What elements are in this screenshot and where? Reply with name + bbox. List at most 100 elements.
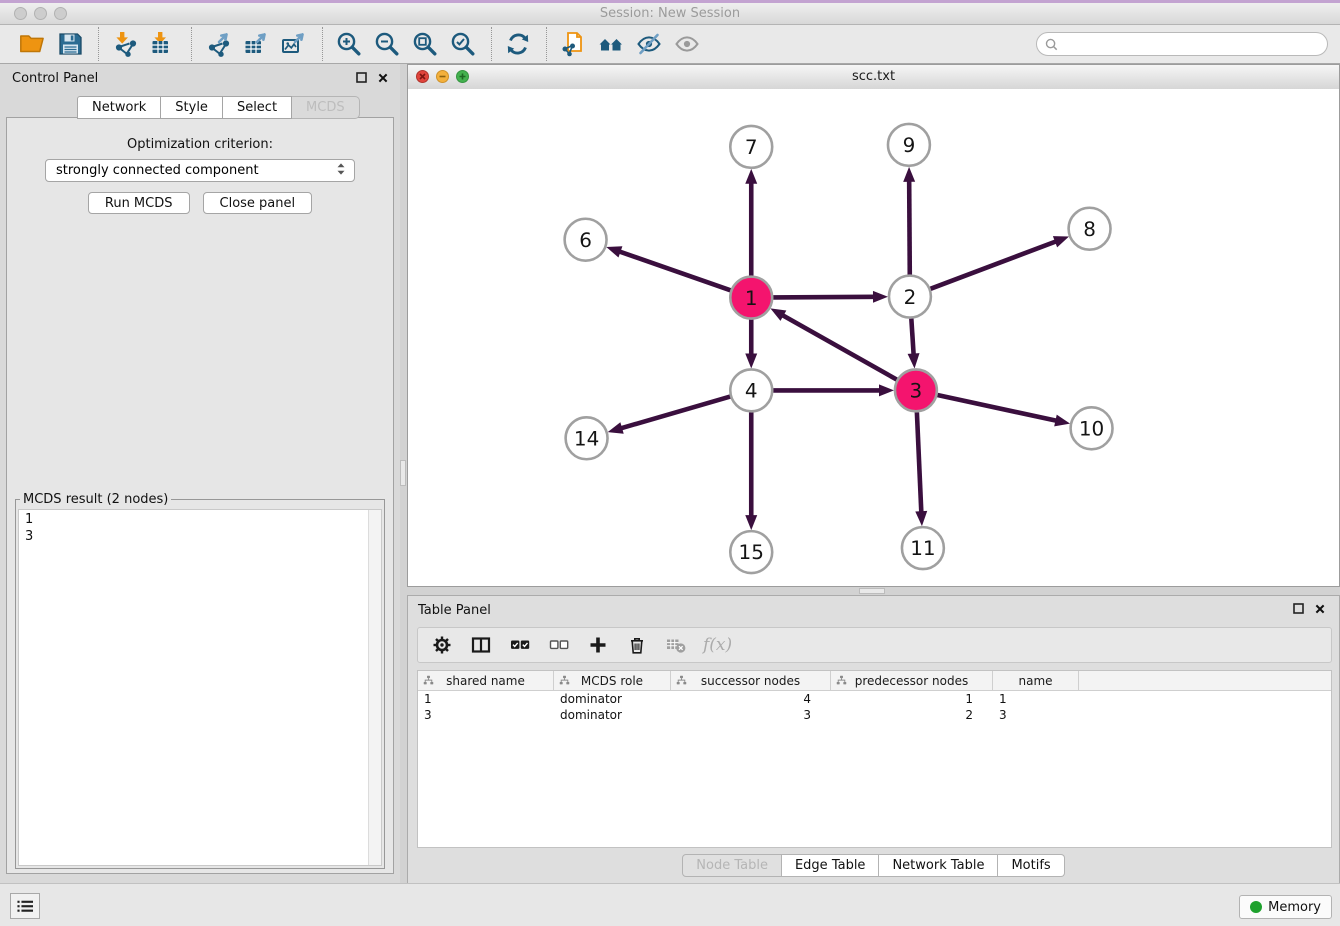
search-box[interactable]	[1036, 32, 1328, 56]
graph-node-2[interactable]: 2	[889, 276, 931, 318]
splitter-handle[interactable]	[859, 588, 885, 594]
graph-node-3[interactable]: 3	[895, 369, 937, 411]
graph-edge-3-11[interactable]	[917, 412, 922, 514]
export-table-button[interactable]	[242, 29, 272, 59]
graph-edge-1-2[interactable]	[773, 297, 876, 298]
graph-edge-arrowhead	[1053, 236, 1069, 247]
splitter-handle[interactable]	[400, 460, 406, 486]
tab-network-table[interactable]: Network Table	[879, 854, 998, 877]
two-houses-button[interactable]	[597, 29, 627, 59]
criterion-dropdown[interactable]: strongly connected component	[45, 159, 355, 182]
column-header-name[interactable]: name	[993, 671, 1079, 690]
zoom-fit-button[interactable]	[411, 29, 441, 59]
cell-shared-name[interactable]: 1	[418, 692, 554, 706]
trash-button[interactable]	[625, 633, 649, 657]
graph-edge-2-3[interactable]	[911, 318, 913, 356]
gear-button[interactable]	[430, 633, 454, 657]
cell-successor-nodes[interactable]: 4	[671, 692, 831, 706]
run-mcds-button[interactable]: Run MCDS	[88, 192, 190, 214]
zoom-out-button[interactable]	[373, 29, 403, 59]
graph-node-9[interactable]: 9	[888, 124, 930, 166]
column-header-predecessor-nodes[interactable]: predecessor nodes	[831, 671, 993, 690]
cell-predecessor-nodes[interactable]: 1	[831, 692, 993, 706]
mcds-result-list[interactable]: 13	[18, 509, 382, 866]
vertical-splitter[interactable]	[400, 64, 407, 884]
graph-node-10[interactable]: 10	[1071, 407, 1113, 449]
cell-MCDS-role[interactable]: dominator	[554, 708, 671, 722]
close-panel-icon[interactable]	[378, 73, 388, 83]
save-button[interactable]	[56, 29, 86, 59]
columns-button[interactable]	[469, 633, 493, 657]
add-button[interactable]	[586, 633, 610, 657]
graph-edge-4-14[interactable]	[619, 397, 730, 429]
graph-edge-2-9[interactable]	[909, 179, 910, 275]
unselect-all-button[interactable]	[547, 633, 571, 657]
graph-node-14[interactable]: 14	[566, 417, 608, 459]
graph-node-8[interactable]: 8	[1069, 208, 1111, 250]
close-panel-icon[interactable]	[1315, 604, 1325, 614]
tab-select[interactable]: Select	[223, 96, 292, 119]
graph-edge-1-6[interactable]	[618, 251, 731, 290]
close-window-button[interactable]	[14, 7, 27, 20]
graph-edge-3-10[interactable]	[937, 395, 1058, 421]
zoom-in-button[interactable]	[335, 29, 365, 59]
search-input[interactable]	[1063, 36, 1319, 53]
toolbar-groups	[6, 25, 715, 63]
result-scrollbar[interactable]	[368, 510, 381, 865]
copy-network-document-button[interactable]	[559, 29, 589, 59]
table-panel-title: Table Panel	[418, 603, 491, 618]
graph-node-4[interactable]: 4	[730, 369, 772, 411]
import-network-button[interactable]	[111, 29, 141, 59]
memory-button[interactable]: Memory	[1239, 895, 1332, 919]
task-history-button[interactable]	[10, 893, 40, 919]
column-header-MCDS-role[interactable]: MCDS role	[554, 671, 671, 690]
cell-MCDS-role[interactable]: dominator	[554, 692, 671, 706]
column-header-successor-nodes[interactable]: successor nodes	[671, 671, 831, 690]
columns-icon	[471, 635, 491, 655]
graph-edge-3-1[interactable]	[781, 314, 897, 379]
import-table-button[interactable]	[149, 29, 179, 59]
cell-shared-name[interactable]: 3	[418, 708, 554, 722]
close-network-button[interactable]	[416, 70, 429, 83]
graph-edge-2-8[interactable]	[930, 241, 1057, 289]
open-folder-button[interactable]	[18, 29, 48, 59]
tab-mcds[interactable]: MCDS	[292, 96, 360, 119]
close-panel-button[interactable]: Close panel	[203, 192, 313, 214]
tab-network[interactable]: Network	[77, 96, 161, 119]
graph-node-6[interactable]: 6	[565, 219, 607, 261]
tab-motifs[interactable]: Motifs	[998, 854, 1064, 877]
select-all-button[interactable]	[508, 633, 532, 657]
tab-node-table[interactable]: Node Table	[682, 854, 782, 877]
column-header-shared-name[interactable]: shared name	[418, 671, 554, 690]
graph-node-1[interactable]: 1	[730, 277, 772, 319]
export-image-button[interactable]	[280, 29, 310, 59]
table-tabs: Node TableEdge TableNetwork TableMotifs	[408, 854, 1339, 877]
eye-slash-button[interactable]	[635, 29, 665, 59]
cell-successor-nodes[interactable]: 3	[671, 708, 831, 722]
eye-button[interactable]	[673, 29, 703, 59]
table-row[interactable]: 1dominator411	[418, 691, 1331, 707]
cell-predecessor-nodes[interactable]: 2	[831, 708, 993, 722]
minimize-window-button[interactable]	[34, 7, 47, 20]
node-table[interactable]: shared nameMCDS rolesuccessor nodesprede…	[417, 670, 1332, 848]
status-bar: Memory	[0, 883, 1340, 926]
zoom-window-button[interactable]	[54, 7, 67, 20]
graph-node-11[interactable]: 11	[902, 527, 944, 569]
table-row[interactable]: 3dominator323	[418, 707, 1331, 723]
export-network-button[interactable]	[204, 29, 234, 59]
tab-style[interactable]: Style	[161, 96, 223, 119]
graph-node-7[interactable]: 7	[730, 126, 772, 168]
network-canvas[interactable]: 7 9 6 8 1 2 4 3 14 10 15 11	[408, 89, 1339, 586]
zoom-out-icon	[374, 31, 402, 57]
refresh-layout-button[interactable]	[504, 29, 534, 59]
minimize-network-button[interactable]	[436, 70, 449, 83]
tab-edge-table[interactable]: Edge Table	[782, 854, 879, 877]
maximize-network-button[interactable]	[456, 70, 469, 83]
float-panel-icon[interactable]	[1293, 603, 1304, 614]
horizontal-splitter[interactable]	[407, 587, 1340, 595]
cell-name[interactable]: 1	[993, 692, 1079, 706]
zoom-selected-button[interactable]	[449, 29, 479, 59]
float-panel-icon[interactable]	[356, 72, 367, 83]
graph-node-15[interactable]: 15	[730, 531, 772, 573]
cell-name[interactable]: 3	[993, 708, 1079, 722]
